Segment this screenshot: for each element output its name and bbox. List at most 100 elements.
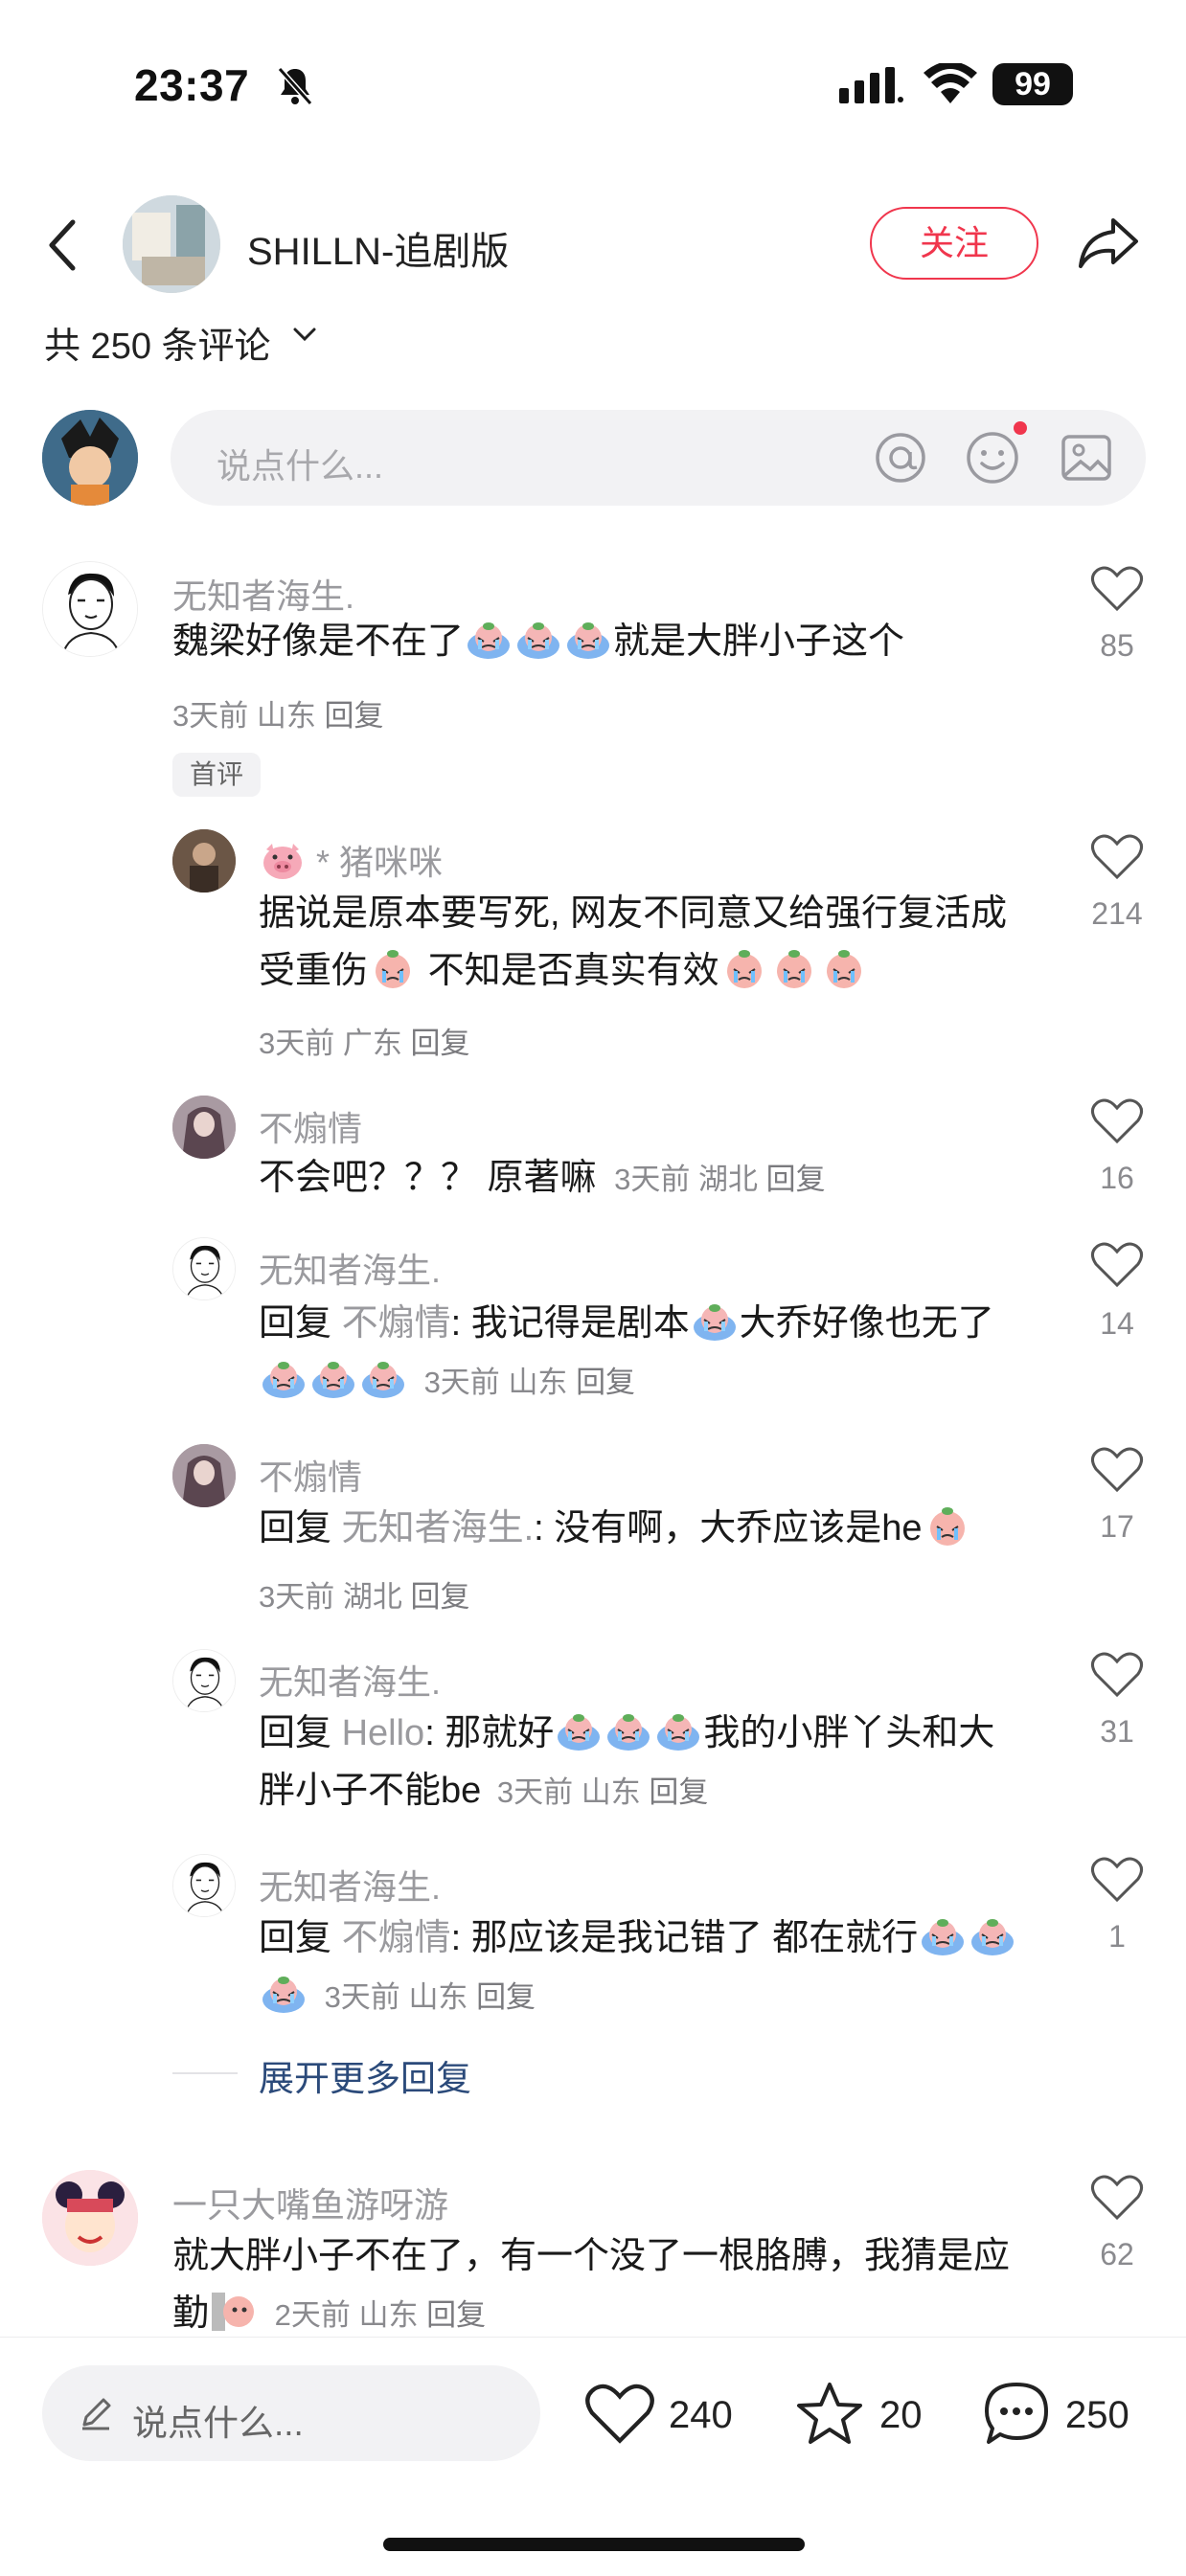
crying-emoji-icon: [260, 1973, 308, 2015]
reply-author[interactable]: 不煽情: [259, 1101, 362, 1151]
pig-face-icon: [263, 844, 302, 879]
reply-button[interactable]: 回复: [576, 1366, 635, 1399]
bell-mute-icon: [277, 67, 313, 105]
comment-icon[interactable]: [981, 2379, 1052, 2448]
heart-icon[interactable]: [1090, 1856, 1144, 1904]
heart-icon[interactable]: [1090, 1241, 1144, 1289]
reply-time: 3天前: [423, 1366, 500, 1399]
comment-location: 山东: [358, 2298, 419, 2332]
channel-avatar[interactable]: [123, 195, 220, 293]
comment-time: 3天前: [172, 699, 249, 733]
comment-count-label[interactable]: 共 250 条评论: [44, 316, 271, 369]
crying-emoji-icon: [924, 1505, 971, 1548]
reply-author[interactable]: 无知者海生.: [259, 1860, 441, 1909]
reply-button[interactable]: 回复: [325, 699, 384, 733]
reply-author-name[interactable]: * 猪咪咪: [316, 843, 443, 882]
reply-button[interactable]: 回复: [426, 2298, 486, 2332]
crying-emoji-icon: [770, 948, 818, 990]
reply-meta: 3天前 广东 回复: [259, 1019, 470, 1062]
wifi-icon: [924, 63, 977, 103]
reply-avatar[interactable]: [172, 1237, 236, 1300]
reply-button[interactable]: 回复: [476, 1980, 536, 2014]
reply-text-line2: 胖小子不能be 3天前 山东 回复: [259, 1762, 708, 1821]
reply-author[interactable]: 无知者海生.: [259, 1655, 441, 1705]
comment-text-a: 魏梁好像是不在了: [172, 621, 465, 662]
reply-author[interactable]: * 猪咪咪: [259, 835, 443, 885]
crying-emoji-icon: [654, 1710, 702, 1752]
expand-more-replies[interactable]: 展开更多回复: [259, 2049, 471, 2101]
battery-indicator: 99: [992, 63, 1073, 105]
crying-emoji-icon: [969, 1915, 1016, 1957]
heart-icon[interactable]: [1090, 833, 1144, 881]
reply-time: 3天前: [496, 1775, 574, 1809]
reply-text-a: 不会吧？？？ 原著嘛: [259, 1158, 597, 1198]
crying-emoji-icon: [514, 619, 562, 661]
reply-target[interactable]: 无知者海生.: [342, 1508, 535, 1548]
reply-target[interactable]: 不煽情: [342, 1918, 451, 1958]
comment-author[interactable]: 无知者海生.: [172, 569, 354, 619]
heart-icon[interactable]: [1090, 1097, 1144, 1145]
crying-emoji-icon: [820, 948, 868, 990]
reply-button[interactable]: 回复: [766, 1163, 826, 1196]
crying-emoji-icon: [919, 1915, 967, 1957]
expand-divider: [172, 2072, 238, 2074]
reply-avatar[interactable]: [172, 1444, 236, 1507]
share-icon[interactable]: [1077, 215, 1140, 272]
reply-text-line2: 3天前 山东 回复: [259, 1967, 536, 2026]
crying-emoji-icon: [555, 1710, 603, 1752]
reply-avatar[interactable]: [172, 829, 236, 893]
reply-avatar[interactable]: [172, 1854, 236, 1917]
like-count: 62: [1100, 2237, 1134, 2271]
like-count: 1: [1108, 1919, 1126, 1954]
reply-text: 回复 Hello: 那就好 我的小胖丫头和大: [259, 1705, 994, 1762]
reply-author[interactable]: 不煽情: [259, 1450, 362, 1500]
star-icon[interactable]: [795, 2379, 864, 2448]
heart-icon[interactable]: [584, 2383, 655, 2446]
emoji-icon[interactable]: [964, 429, 1021, 486]
follow-button[interactable]: 关注: [870, 207, 1038, 280]
heart-icon[interactable]: [1090, 1651, 1144, 1699]
comment-text: 魏梁好像是不在了 就是大胖小子这个: [172, 613, 904, 670]
comment-text-b: 勤: [172, 2294, 210, 2334]
reply-location: 湖北: [698, 1163, 758, 1196]
reply-location: 山东: [508, 1366, 568, 1399]
at-icon[interactable]: [872, 429, 929, 486]
reply-button[interactable]: 回复: [649, 1775, 708, 1809]
comment-location: 山东: [256, 699, 316, 733]
pencil-icon: [82, 2398, 111, 2430]
reply-button[interactable]: 回复: [411, 1580, 470, 1614]
reply-meta: 3天前 湖北 回复: [259, 1572, 470, 1616]
heart-icon[interactable]: [1090, 1446, 1144, 1494]
reply-meta-inline: 3天前 山东 回复: [325, 1980, 536, 2014]
back-icon[interactable]: [46, 218, 80, 272]
emoji-notification-dot: [1014, 421, 1027, 435]
comment-avatar[interactable]: [42, 2170, 138, 2266]
home-indicator[interactable]: [383, 2538, 805, 2551]
wall-peek-emoji-icon: [212, 2293, 255, 2331]
like-count: 31: [1100, 1714, 1134, 1749]
reply-prefix: 回复: [259, 1508, 332, 1548]
reply-target[interactable]: Hello: [342, 1713, 425, 1753]
reply-button[interactable]: 回复: [411, 1027, 470, 1060]
comment-input-placeholder[interactable]: 说点什么...: [217, 439, 383, 488]
my-avatar[interactable]: [42, 410, 138, 506]
reply-text: 不会吧？？？ 原著嘛 3天前 湖北 回复: [259, 1149, 826, 1209]
reply-text-a: : 那就好: [424, 1713, 555, 1753]
like-count: 17: [1100, 1509, 1134, 1544]
reply-text-b: 我的小胖丫头和大: [703, 1713, 995, 1753]
heart-icon[interactable]: [1090, 565, 1144, 613]
heart-icon[interactable]: [1090, 2174, 1144, 2222]
image-icon[interactable]: [1058, 429, 1115, 486]
reply-avatar[interactable]: [172, 1096, 236, 1159]
reply-target[interactable]: 不煽情: [342, 1303, 451, 1344]
reply-text: 据说是原本要写死, 网友不同意又给强行复活成: [259, 893, 1008, 934]
chevron-down-icon[interactable]: [291, 326, 318, 345]
reply-location: 山东: [581, 1775, 641, 1809]
bottom-input-placeholder[interactable]: 说点什么...: [132, 2394, 304, 2446]
reply-avatar[interactable]: [172, 1649, 236, 1712]
reply-author[interactable]: 无知者海生.: [259, 1243, 441, 1293]
comment-author[interactable]: 一只大嘴鱼游呀游: [172, 2178, 448, 2227]
reply-meta-inline: 3天前 山东 回复: [424, 1366, 636, 1399]
comment-avatar[interactable]: [42, 561, 138, 657]
reply-text-a: : 那应该是我记错了 都在就行: [450, 1918, 919, 1958]
